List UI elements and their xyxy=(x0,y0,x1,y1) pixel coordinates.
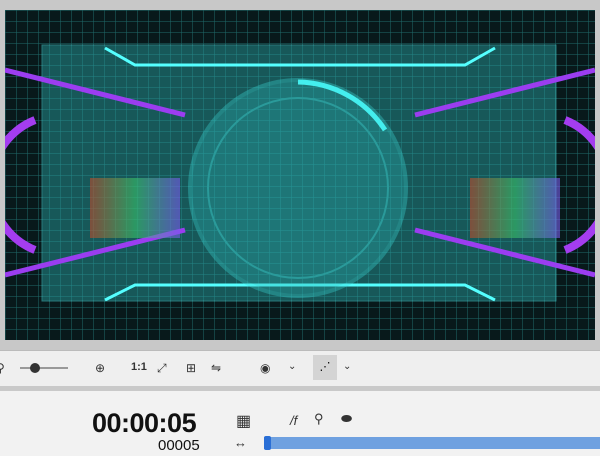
overlay-icon[interactable]: ◉ xyxy=(260,361,270,375)
zoom-in-icon[interactable]: ⊕ xyxy=(95,361,105,375)
timecode-display[interactable]: 00:00:05 xyxy=(92,408,197,439)
chevron-down-icon[interactable]: ⌄ xyxy=(288,361,296,372)
motion-path-button[interactable]: ⋰ xyxy=(313,355,337,380)
chevron-down-icon[interactable]: ⌄ xyxy=(343,361,351,372)
graph-editor-icon[interactable]: ▦ xyxy=(236,411,251,431)
zoom-ratio-button[interactable]: 1:1 xyxy=(131,361,147,373)
work-area-start-handle[interactable] xyxy=(264,436,271,450)
hud-artwork xyxy=(0,10,600,340)
safe-area-icon[interactable]: ⊞ xyxy=(186,361,196,375)
zoom-slider-thumb[interactable] xyxy=(30,363,40,373)
viewer-toolbar: ⚲ ⊕ 1:1 ⤢ ⊞ ⇋ ◉ ⌄ ⋰ ⌄ xyxy=(0,350,600,389)
frame-number: 00005 xyxy=(158,437,200,454)
composition-viewer xyxy=(0,0,600,350)
work-area-bar[interactable] xyxy=(264,437,600,449)
expand-arrows-icon[interactable]: ↔ xyxy=(234,435,247,450)
zoom-out-icon[interactable]: ⚲ xyxy=(0,361,5,375)
zoom-slider[interactable] xyxy=(20,363,68,373)
fit-to-view-icon[interactable]: ⤢ xyxy=(157,361,167,376)
expression-label[interactable]: /f xyxy=(290,413,297,428)
motion-blur-icon[interactable]: ⬬ xyxy=(341,411,352,427)
pin-icon[interactable]: ⚲ xyxy=(314,411,324,427)
timeline-panel: 00:00:05 00005 ▦ /f ⚲ ⬬ ↔ xyxy=(0,391,600,456)
composition-canvas[interactable] xyxy=(0,10,600,340)
flip-icon[interactable]: ⇋ xyxy=(211,361,221,375)
